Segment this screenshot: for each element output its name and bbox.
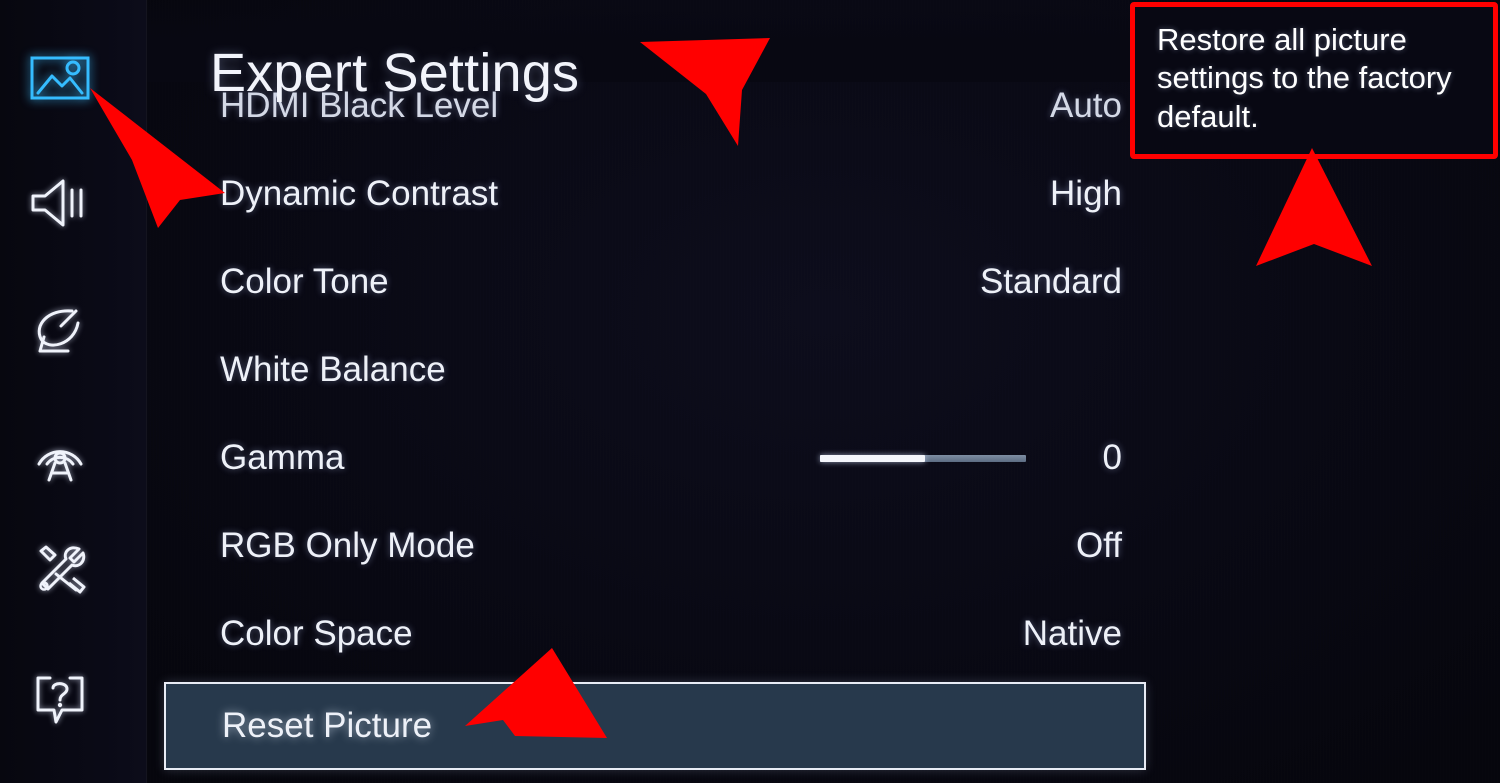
broadcast-dish-icon: [28, 302, 92, 358]
sidebar-item-network[interactable]: [0, 418, 146, 494]
tools-icon: [28, 542, 92, 598]
page-title: Expert Settings: [210, 43, 580, 104]
row-dynamic-contrast[interactable]: Dynamic Contrast High: [164, 150, 1146, 238]
tooltip-text: Restore all picture settings to the fact…: [1157, 22, 1452, 134]
sidebar-item-sound[interactable]: [0, 165, 146, 241]
sound-icon: [28, 175, 92, 231]
sidebar-item-general[interactable]: [0, 532, 146, 608]
tv-settings-screen: HDMI Black Level Auto Dynamic Contrast H…: [0, 0, 1500, 783]
tooltip-box: Restore all picture settings to the fact…: [1130, 2, 1498, 160]
row-value: Auto: [1050, 86, 1122, 125]
gamma-slider-fill: [820, 454, 926, 462]
row-reset-picture[interactable]: Reset Picture: [164, 682, 1146, 770]
help-bubble-icon: [28, 670, 92, 726]
row-value: Standard: [979, 262, 1122, 301]
row-label: Color Tone: [220, 262, 389, 301]
row-color-tone[interactable]: Color Tone Standard: [164, 238, 1146, 326]
sidebar-item-support[interactable]: [0, 660, 146, 736]
network-tower-icon: [28, 428, 92, 484]
row-rgb-only-mode[interactable]: RGB Only Mode Off: [164, 502, 1146, 590]
row-white-balance[interactable]: White Balance: [164, 326, 1146, 414]
row-label: Dynamic Contrast: [220, 174, 499, 213]
row-label: Gamma: [220, 438, 345, 477]
picture-icon: [28, 50, 92, 106]
row-label: Reset Picture: [222, 706, 433, 745]
settings-sidebar: [0, 0, 147, 783]
row-label: Color Space: [220, 614, 413, 653]
row-gamma[interactable]: Gamma 0: [164, 414, 1146, 502]
row-value: High: [1050, 174, 1122, 213]
row-label: RGB Only Mode: [220, 526, 475, 565]
row-color-space[interactable]: Color Space Native: [164, 590, 1146, 678]
sidebar-item-picture[interactable]: [0, 40, 146, 116]
gamma-value: 0: [1102, 438, 1122, 477]
gamma-slider[interactable]: 0: [820, 438, 1122, 478]
row-value: Off: [1075, 526, 1122, 565]
sidebar-item-broadcasting[interactable]: [0, 292, 146, 368]
row-label: White Balance: [220, 350, 446, 389]
gamma-slider-track[interactable]: [820, 454, 1026, 462]
row-value: Native: [1022, 614, 1122, 653]
